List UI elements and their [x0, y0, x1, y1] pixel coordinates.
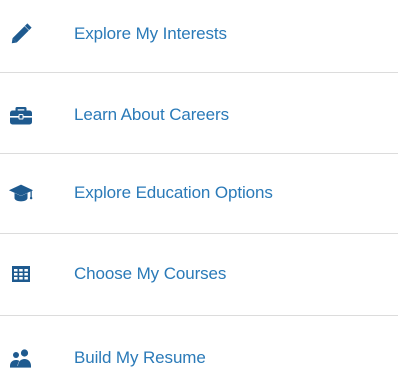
menu-item-label[interactable]: Choose My Courses: [74, 264, 226, 284]
navigation-menu: Explore My Interests Learn About Careers…: [0, 0, 398, 389]
graduation-cap-icon: [8, 180, 34, 206]
menu-item-label[interactable]: Explore My Interests: [74, 24, 227, 44]
menu-item-learn-about-careers[interactable]: Learn About Careers: [0, 85, 398, 145]
menu-item-explore-my-interests[interactable]: Explore My Interests: [0, 4, 398, 64]
menu-item-label[interactable]: Explore Education Options: [74, 183, 273, 203]
menu-item-choose-my-courses[interactable]: Choose My Courses: [0, 244, 398, 304]
menu-item-label[interactable]: Learn About Careers: [74, 105, 229, 125]
divider: [0, 315, 398, 316]
users-icon: [8, 345, 34, 371]
divider: [0, 153, 398, 154]
menu-item-build-my-resume[interactable]: Build My Resume: [0, 328, 398, 388]
pencil-icon: [8, 21, 34, 47]
divider: [0, 233, 398, 234]
menu-item-explore-education-options[interactable]: Explore Education Options: [0, 163, 398, 223]
table-grid-icon: [8, 261, 34, 287]
menu-item-label[interactable]: Build My Resume: [74, 348, 206, 368]
divider: [0, 72, 398, 73]
briefcase-icon: [8, 102, 34, 128]
